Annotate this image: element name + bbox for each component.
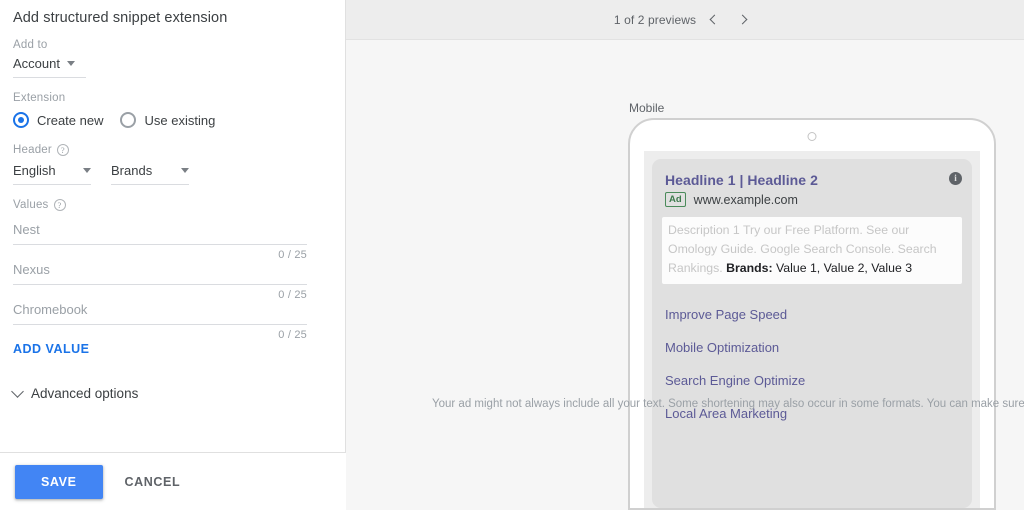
value-input-2[interactable] (13, 262, 307, 285)
chevron-down-icon (66, 61, 75, 66)
ad-preview-card: Headline 1 | Headline 2 Ad www.example.c… (652, 159, 972, 508)
header-label: Header ? (13, 144, 69, 156)
page-title: Add structured snippet extension (13, 10, 228, 26)
info-icon[interactable]: i (949, 172, 962, 185)
ad-headline[interactable]: Headline 1 | Headline 2 (665, 172, 959, 188)
chevron-left-icon (709, 14, 720, 25)
value-field-group-2: 0 / 25 (13, 261, 307, 301)
snippet-header: Brands: (726, 261, 773, 275)
radio-button-icon (13, 112, 29, 128)
ad-badge: Ad (665, 192, 686, 207)
sitelink-item[interactable]: Improve Page Speed (665, 298, 959, 331)
chevron-down-icon (83, 168, 91, 173)
ad-url-row: Ad www.example.com (665, 192, 959, 207)
form-footer: SAVE CANCEL (0, 452, 346, 510)
value-field-group-1: 0 / 25 (13, 221, 307, 261)
next-preview-button[interactable] (730, 7, 756, 33)
values-label-text: Values (13, 199, 49, 211)
preview-toolbar: 1 of 2 previews (346, 0, 1024, 40)
value-input-1[interactable] (13, 222, 307, 245)
camera-icon (807, 132, 817, 141)
value-field-group-3: 0 / 25 (13, 301, 307, 341)
advanced-options-toggle[interactable]: Advanced options (11, 385, 139, 401)
radio-button-icon (120, 112, 137, 128)
snippet-values: Value 1, Value 2, Value 3 (776, 261, 913, 275)
chevron-down-icon (11, 385, 24, 398)
chevron-down-icon (181, 168, 189, 173)
previous-preview-button[interactable] (700, 7, 726, 33)
chevron-right-icon (737, 14, 748, 25)
cancel-button[interactable]: CANCEL (119, 475, 187, 489)
device-label: Mobile (629, 101, 665, 115)
snippet-type-value: Brands (111, 163, 153, 178)
preview-count-label: 1 of 2 previews (613, 12, 697, 27)
add-to-label: Add to (13, 39, 48, 51)
extension-radio-group: Create new Use existing (13, 112, 215, 128)
save-button[interactable]: SAVE (15, 464, 103, 499)
radio-use-existing-label: Use existing (144, 112, 216, 128)
extension-form-panel: Add structured snippet extension Add to … (0, 0, 346, 510)
ad-display-url: www.example.com (693, 192, 798, 207)
preview-panel: 1 of 2 previews Mobile Headline 1 | Head… (346, 0, 1024, 510)
advanced-options-label: Advanced options (31, 386, 139, 401)
value-counter-2: 0 / 25 (278, 289, 307, 301)
sitelink-item[interactable]: Search Engine Optimize (665, 364, 959, 397)
radio-create-new-label: Create new (37, 112, 104, 128)
add-value-button[interactable]: ADD VALUE (13, 342, 90, 356)
add-to-value: Account (13, 56, 60, 71)
extension-label: Extension (13, 92, 66, 104)
help-icon[interactable]: ? (53, 199, 66, 211)
radio-create-new[interactable]: Create new (13, 112, 103, 128)
radio-use-existing[interactable]: Use existing (120, 112, 215, 128)
language-select[interactable]: English (13, 163, 91, 185)
add-to-select[interactable]: Account (13, 56, 86, 78)
mobile-device-frame: Headline 1 | Headline 2 Ad www.example.c… (628, 118, 996, 510)
header-label-text: Header (13, 144, 52, 156)
ad-description: Description 1 Try our Free Platform. See… (668, 221, 956, 278)
value-counter-1: 0 / 25 (278, 249, 307, 261)
phone-screen: Headline 1 | Headline 2 Ad www.example.c… (644, 151, 980, 508)
sitelink-item[interactable]: Mobile Optimization (665, 331, 959, 364)
preview-disclaimer: Your ad might not always include all you… (432, 398, 1024, 410)
preview-body: Mobile Headline 1 | Headline 2 Ad www.ex… (346, 40, 1024, 510)
value-counter-3: 0 / 25 (278, 329, 307, 341)
ad-description-highlight: Description 1 Try our Free Platform. See… (662, 217, 962, 284)
header-selects: English Brands (13, 163, 189, 185)
value-input-3[interactable] (13, 302, 307, 325)
app-screen: Add structured snippet extension Add to … (0, 0, 1024, 510)
help-icon[interactable]: ? (56, 144, 69, 156)
snippet-type-select[interactable]: Brands (111, 163, 189, 185)
language-value: English (13, 163, 56, 178)
values-label: Values ? (13, 199, 66, 211)
